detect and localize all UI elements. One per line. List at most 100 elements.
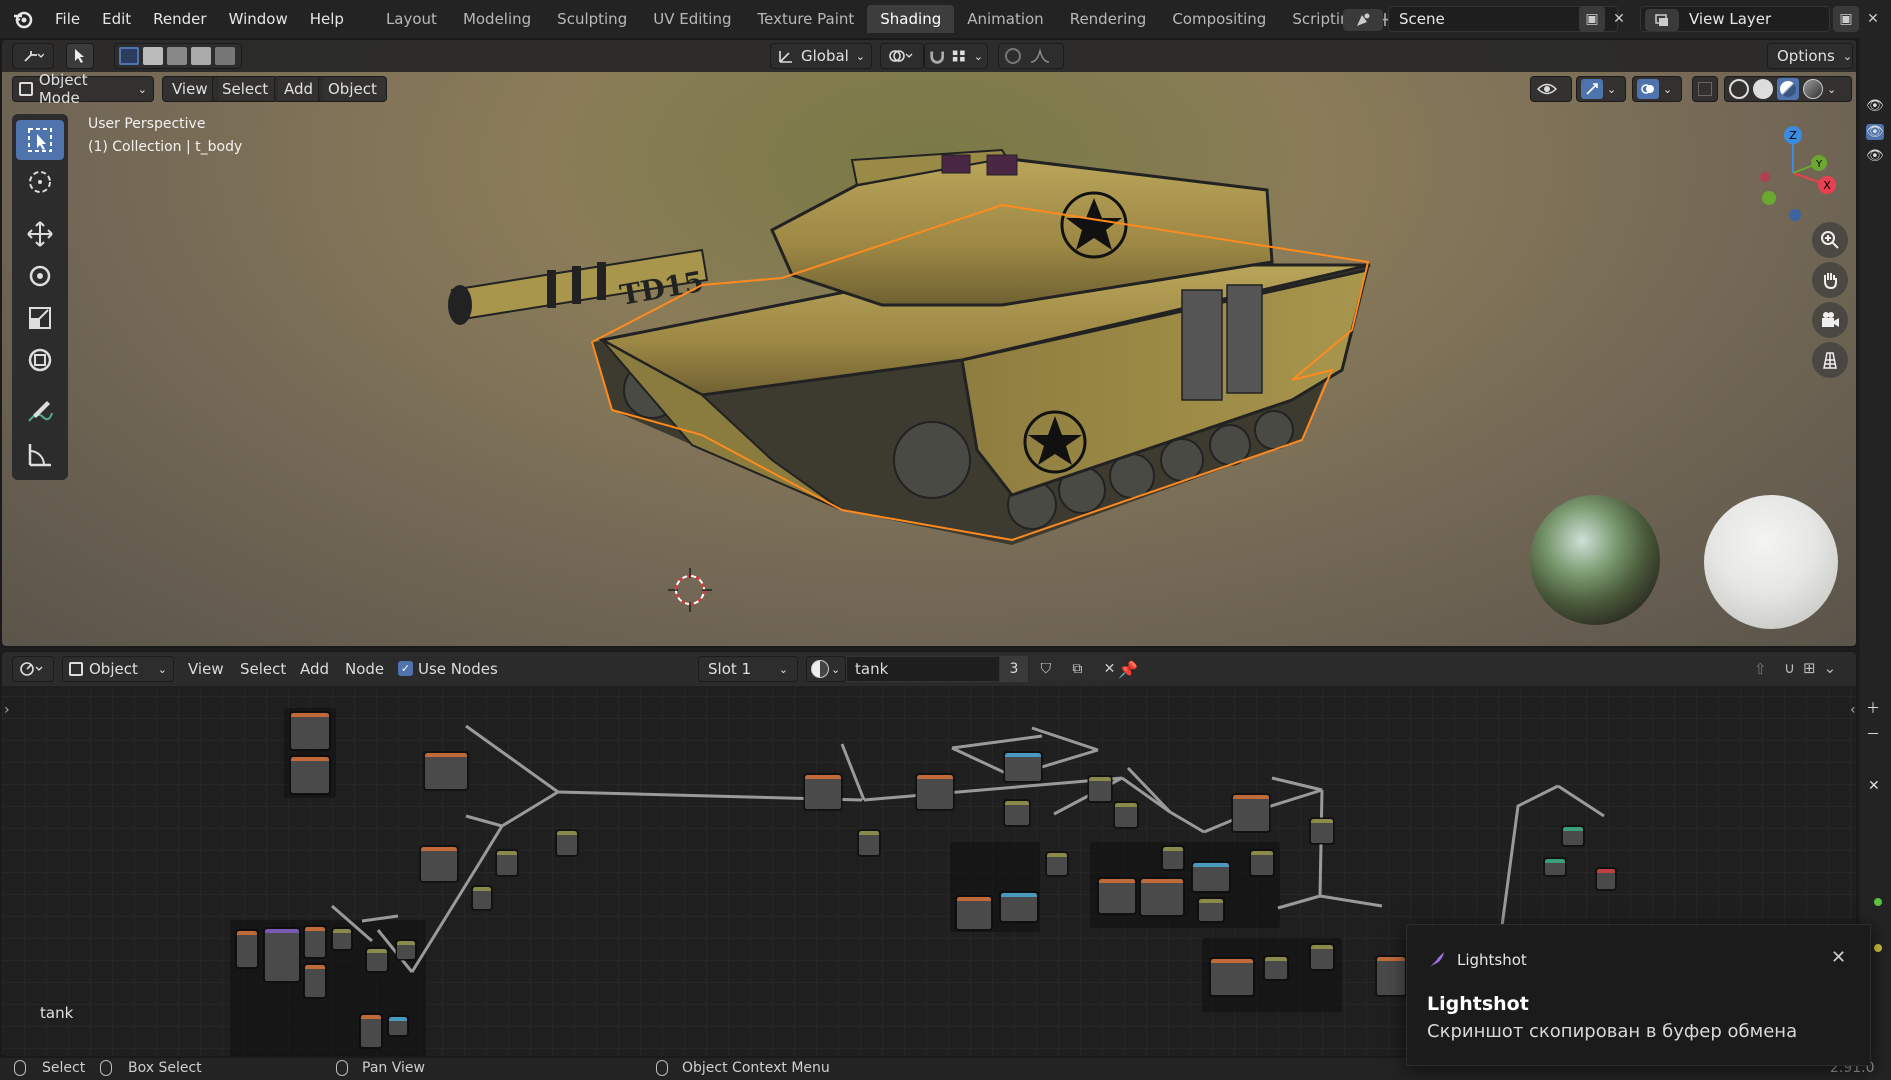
unlink-material-icon[interactable]: ✕: [1104, 661, 1116, 677]
slot-label: Slot 1: [708, 660, 752, 678]
shader-type-dropdown[interactable]: Object ⌄: [62, 656, 174, 682]
shader-node[interactable]: [1140, 878, 1184, 916]
menu-help[interactable]: Help: [299, 5, 355, 33]
shader-node[interactable]: [1000, 892, 1038, 922]
tab-rendering[interactable]: Rendering: [1057, 5, 1160, 33]
shader-node[interactable]: [804, 774, 842, 810]
shader-node[interactable]: [388, 1016, 408, 1036]
menu-window[interactable]: Window: [218, 5, 299, 33]
shader-node[interactable]: [916, 774, 954, 810]
shader-node[interactable]: [366, 948, 388, 972]
shader-node[interactable]: [556, 830, 578, 856]
zoom-out-icon[interactable]: －: [1866, 724, 1880, 744]
view-layer-selector[interactable]: View Layer: [1640, 6, 1830, 32]
parent-node-tree-icon[interactable]: ⇧: [1754, 660, 1767, 678]
new-scene-icon[interactable]: ▣: [1579, 6, 1605, 32]
shader-node[interactable]: [1376, 956, 1406, 996]
shader-node[interactable]: [360, 1014, 382, 1048]
shader-node[interactable]: [1562, 826, 1584, 846]
shader-node[interactable]: [1264, 956, 1288, 980]
tab-animation[interactable]: Animation: [954, 5, 1056, 33]
shader-node[interactable]: [236, 930, 258, 968]
shader-menu-select[interactable]: Select: [240, 660, 286, 678]
shader-node[interactable]: [1310, 944, 1334, 970]
shader-node[interactable]: [1046, 852, 1068, 876]
shader-node[interactable]: [1192, 862, 1230, 892]
new-view-layer-icon[interactable]: ▣: [1833, 6, 1859, 32]
shader-node[interactable]: [1004, 800, 1030, 826]
shader-node[interactable]: [396, 940, 416, 960]
tab-sculpting[interactable]: Sculpting: [544, 5, 640, 33]
shader-node[interactable]: [1544, 858, 1566, 876]
scene-name: Scene: [1399, 10, 1445, 28]
shader-node[interactable]: [1098, 878, 1136, 914]
shader-node[interactable]: [1004, 752, 1042, 782]
shader-node[interactable]: [1198, 898, 1224, 922]
tab-uv-editing[interactable]: UV Editing: [640, 5, 744, 33]
shader-node[interactable]: [332, 928, 352, 950]
shader-node[interactable]: [1114, 802, 1138, 828]
grid-perspective-icon[interactable]: [1812, 342, 1848, 378]
shader-node[interactable]: [424, 752, 468, 790]
material-name-field[interactable]: tank: [846, 656, 1000, 682]
toast-close-icon[interactable]: ✕: [1831, 947, 1846, 968]
tab-compositing[interactable]: Compositing: [1159, 5, 1279, 33]
shader-node[interactable]: [1210, 958, 1254, 996]
fake-user-shield-icon[interactable]: ⛉: [1041, 661, 1052, 677]
3d-cursor-icon[interactable]: [668, 568, 712, 612]
3d-viewport[interactable]: Global ⌄ ⌄ Options ⌄ Object Mode ⌄ View …: [0, 38, 1858, 648]
shader-menu-node[interactable]: Node: [345, 660, 384, 678]
shader-menu-add[interactable]: Add: [300, 660, 329, 678]
eye-icon[interactable]: 👁: [1866, 148, 1884, 164]
eye-icon[interactable]: 👁: [1866, 98, 1884, 114]
material-browse-icon[interactable]: ⌄: [806, 656, 846, 682]
shader-node[interactable]: [1088, 776, 1112, 802]
shader-node[interactable]: [956, 896, 992, 930]
shader-node[interactable]: [1310, 818, 1334, 844]
use-nodes-checkbox[interactable]: ✓: [398, 661, 413, 676]
shader-node[interactable]: [472, 886, 492, 910]
eye-icon[interactable]: 👁: [1866, 124, 1884, 140]
view-layer-icon[interactable]: [1645, 9, 1679, 31]
zoom-icon[interactable]: [1812, 222, 1848, 258]
hand-pan-icon[interactable]: [1812, 262, 1848, 298]
menu-render[interactable]: Render: [142, 5, 217, 33]
tab-texture-paint[interactable]: Texture Paint: [744, 5, 867, 33]
shader-node[interactable]: [1232, 794, 1270, 832]
snap-node-controls[interactable]: ∪ ⊞ ⌄: [1784, 659, 1854, 677]
shader-menu-view[interactable]: View: [188, 660, 224, 678]
zoom-in-icon[interactable]: ＋: [1866, 698, 1880, 718]
tab-layout[interactable]: Layout: [373, 5, 450, 33]
camera-icon[interactable]: [1812, 302, 1848, 338]
shader-node[interactable]: [304, 926, 326, 958]
material-users-count[interactable]: 3: [1000, 656, 1028, 682]
shader-node[interactable]: [496, 850, 518, 876]
snap-grid-icon[interactable]: ⊞: [1803, 659, 1816, 677]
navigation-gizmo[interactable]: Z X Y: [1747, 115, 1837, 225]
blender-logo-icon[interactable]: [12, 8, 34, 30]
delete-scene-icon[interactable]: ✕: [1606, 6, 1632, 32]
delete-view-layer-icon[interactable]: ✕: [1860, 6, 1886, 32]
shader-node[interactable]: [264, 928, 300, 982]
menu-file[interactable]: File: [44, 5, 91, 33]
duplicate-material-icon[interactable]: ⧉: [1072, 661, 1082, 677]
magnet-icon[interactable]: ∪: [1784, 659, 1795, 677]
shader-node[interactable]: [1596, 868, 1616, 890]
notification-toast[interactable]: Lightshot ✕ Lightshot Скриншот скопирова…: [1406, 924, 1871, 1066]
shader-node[interactable]: [290, 712, 330, 750]
slot-dropdown[interactable]: Slot 1 ⌄: [698, 656, 798, 682]
toast-title: Lightshot: [1427, 993, 1529, 1015]
shader-editor-type-icon[interactable]: [12, 656, 54, 682]
tab-shading[interactable]: Shading: [867, 5, 955, 33]
shader-node[interactable]: [1162, 846, 1184, 870]
shader-node[interactable]: [290, 756, 330, 794]
shader-node[interactable]: [858, 830, 880, 856]
scene-icon[interactable]: [1343, 9, 1383, 31]
shader-node[interactable]: [304, 964, 326, 998]
pin-icon[interactable]: 📌: [1118, 660, 1138, 679]
close-icon[interactable]: ✕: [1868, 778, 1880, 794]
tab-modeling[interactable]: Modeling: [450, 5, 544, 33]
shader-node[interactable]: [420, 846, 458, 882]
menu-edit[interactable]: Edit: [91, 5, 142, 33]
shader-node[interactable]: [1250, 850, 1274, 876]
